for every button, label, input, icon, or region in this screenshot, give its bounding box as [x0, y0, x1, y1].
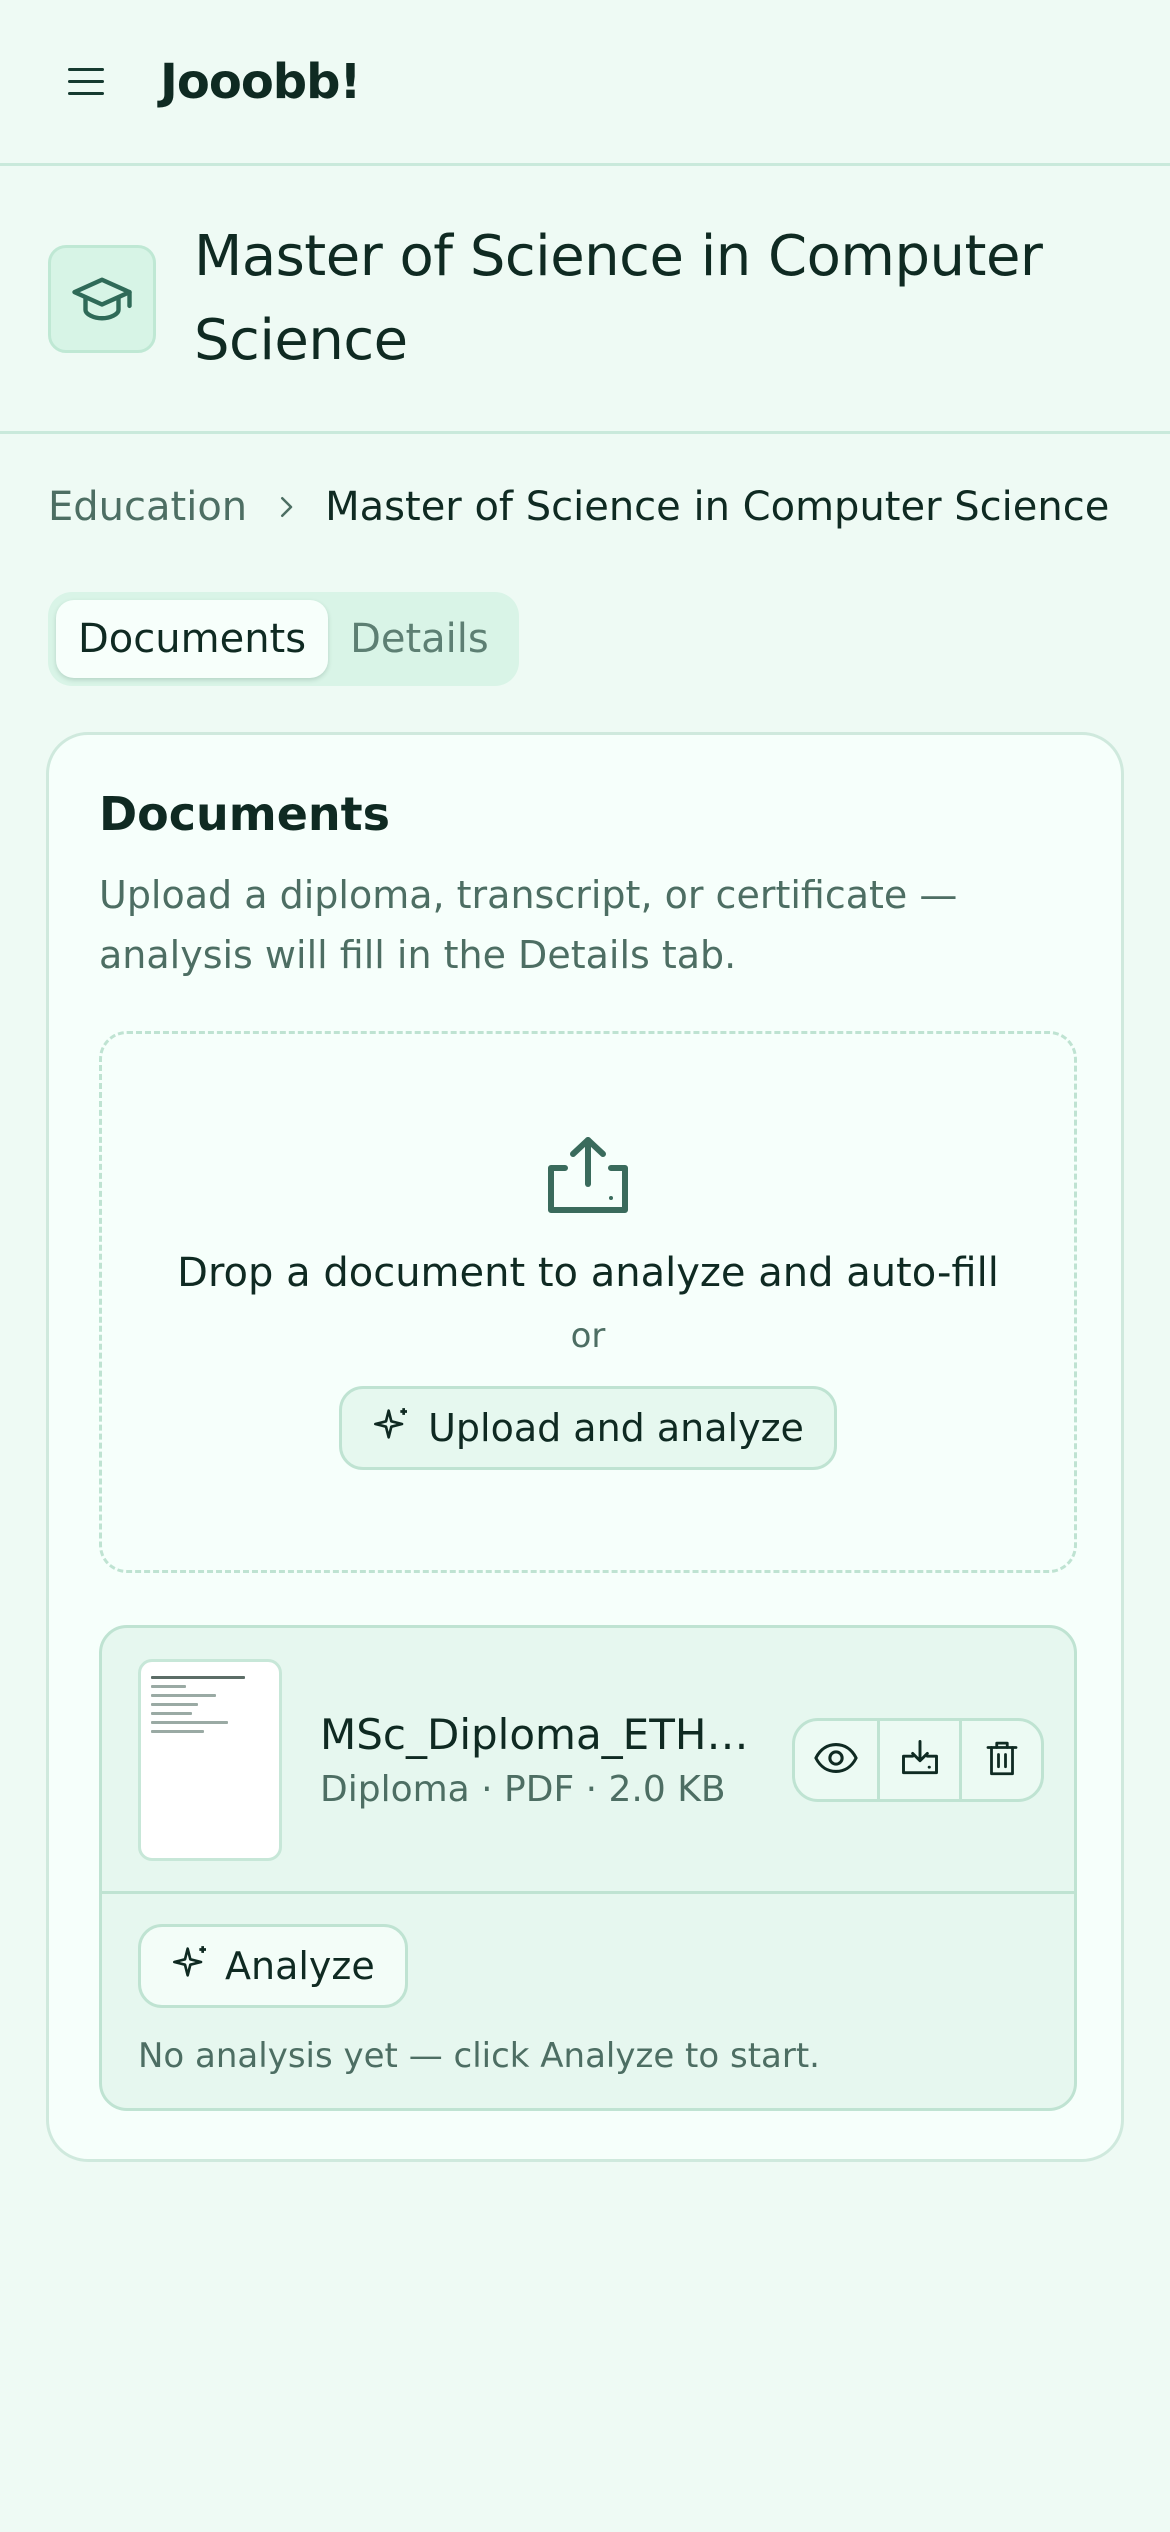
top-bar: Jooobb! [0, 0, 1170, 166]
graduation-cap-icon [48, 244, 156, 353]
download-tray-icon [898, 1736, 942, 1784]
chevron-right-icon [271, 492, 301, 522]
eye-icon [813, 1735, 859, 1785]
document-info: MSc_Diploma_ETH_Zurich.pdf Diploma · PDF… [320, 1710, 750, 1810]
thumbnail-line [151, 1684, 187, 1688]
upload-and-analyze-button[interactable]: Upload and analyze [339, 1386, 837, 1470]
thumbnail-line [151, 1720, 228, 1724]
breadcrumb-current: Master of Science in Computer Science [325, 484, 1110, 530]
breadcrumb: Education Master of Science in Computer … [48, 484, 1109, 530]
thumbnail-line [151, 1693, 216, 1697]
card-description: Upload a diploma, transcript, or certifi… [99, 873, 958, 977]
hamburger-icon[interactable] [68, 60, 112, 104]
analyze-button-label: Analyze [225, 1944, 375, 1988]
trash-icon [981, 1737, 1023, 1783]
card-title: Documents [99, 787, 391, 841]
tab-list: Documents Details [48, 592, 519, 686]
document-thumbnail[interactable] [138, 1658, 282, 1861]
page-header: Master of Science in Computer Science [0, 166, 1170, 434]
analysis-section: Analyze No analysis yet — click Analyze … [102, 1894, 1074, 2076]
tab-details[interactable]: Details [328, 600, 511, 678]
document-row: MSc_Diploma_ETH_Zurich.pdf Diploma · PDF… [102, 1628, 1074, 1894]
sparkle-icon [171, 1942, 211, 1991]
upload-button-label: Upload and analyze [428, 1406, 804, 1450]
dropzone[interactable]: Drop a document to analyze and auto-fill… [99, 1031, 1077, 1573]
documents-card: Documents Upload a diploma, transcript, … [46, 732, 1124, 2162]
page-title: Master of Science in Computer Science [194, 223, 1043, 373]
dropzone-or: or [570, 1316, 606, 1356]
thumbnail-line [151, 1702, 199, 1706]
delete-button[interactable] [959, 1720, 1041, 1799]
document-meta: Diploma · PDF · 2.0 KB [320, 1768, 726, 1810]
document-actions [792, 1717, 1044, 1802]
upload-icon [543, 1134, 633, 1220]
sparkle-icon [372, 1404, 412, 1453]
document-item: MSc_Diploma_ETH_Zurich.pdf Diploma · PDF… [99, 1625, 1077, 2111]
brand-logo[interactable]: Jooobb! [160, 54, 361, 110]
breadcrumb-education[interactable]: Education [48, 484, 247, 530]
analyze-button[interactable]: Analyze [138, 1924, 408, 2008]
thumbnail-line [151, 1729, 205, 1733]
document-name: MSc_Diploma_ETH_Zurich.pdf [320, 1709, 750, 1759]
view-button[interactable] [795, 1721, 877, 1799]
tab-documents[interactable]: Documents [56, 600, 329, 678]
thumbnail-title-line [151, 1675, 246, 1679]
thumbnail-line [151, 1711, 193, 1715]
app-root: Jooobb! Master of Science in Computer Sc… [0, 0, 1170, 2532]
analysis-status: No analysis yet — click Analyze to start… [138, 2036, 820, 2076]
dropzone-title: Drop a document to analyze and auto-fill [177, 1250, 999, 1296]
download-button[interactable] [877, 1720, 959, 1799]
